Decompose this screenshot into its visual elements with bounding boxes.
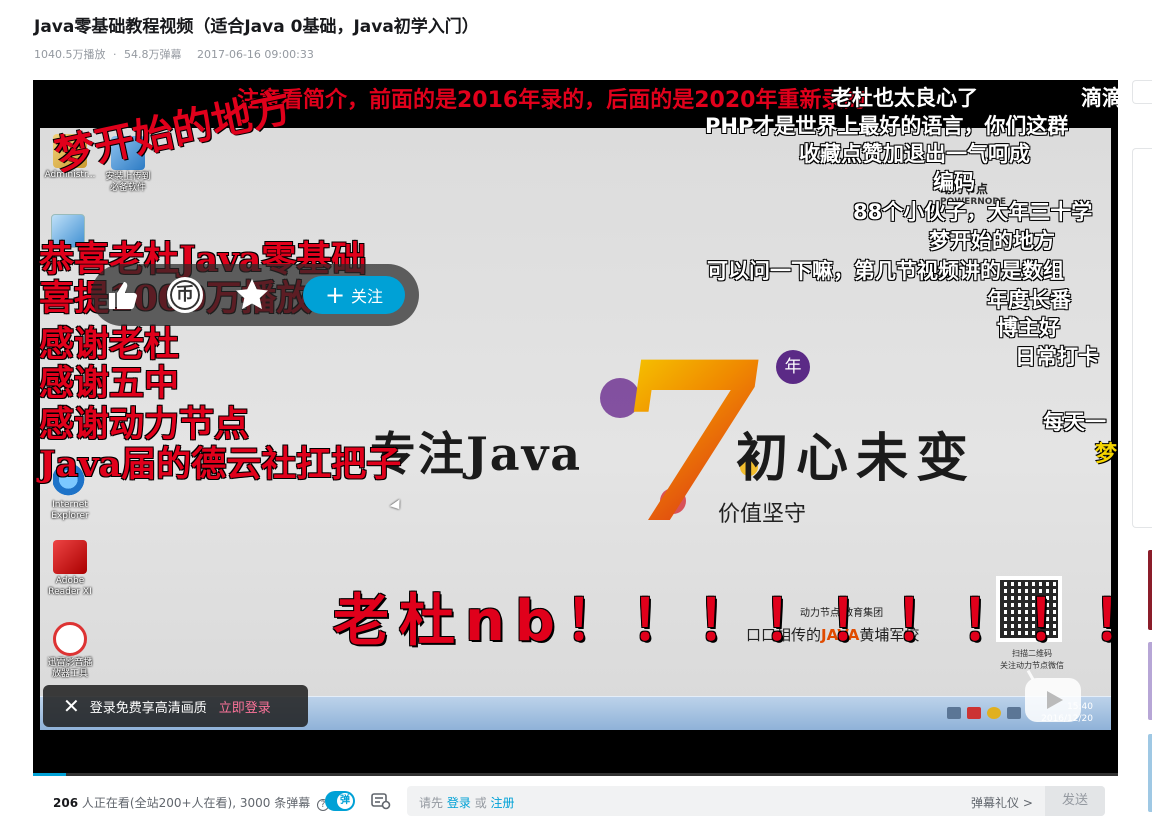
desktop-icon-label: 迅雷影音播 放器工具 (47, 658, 93, 679)
login-link[interactable]: 登录 (447, 796, 471, 810)
meta-separator: · (113, 48, 117, 61)
progress-bar[interactable] (33, 773, 1118, 776)
danmaku-settings-icon[interactable] (371, 792, 391, 810)
thumb-up-icon (109, 282, 137, 309)
video-meta: 1040.5万播放 · 54.8万弹幕 2017-06-16 09:00:33 (34, 46, 318, 62)
play-icon[interactable] (1025, 678, 1081, 722)
register-link[interactable]: 注册 (491, 796, 515, 810)
danmaku-bar: 206 人正在看(全站200+人在看), 3000 条弹幕 ? 弹 请先 登录 … (33, 782, 1118, 821)
qr-caption-2: 关注动力节点微信 (1000, 661, 1064, 670)
danmaku-item: 编码 (933, 170, 975, 194)
sidebar-thumbnail[interactable] (1148, 642, 1152, 720)
follow-label: 关注 (351, 287, 384, 306)
danmaku-input[interactable]: 请先 登录 或 注册 弹幕礼仪 > 发送 (407, 786, 1105, 816)
desktop-icon-adobe: Adobe Reader XI (42, 540, 98, 598)
sidebar-thumbnail[interactable] (1148, 734, 1152, 812)
like-button[interactable] (103, 276, 141, 314)
video-title: Java零基础教程视频（适合Java 0基础，Java初学入门） (34, 17, 479, 37)
star-icon (236, 279, 268, 310)
viewer-count: 206 (53, 796, 79, 810)
danmaku-toggle-label: 弹 (337, 793, 353, 809)
placeholder-prefix: 请先 (419, 796, 444, 810)
coin-button[interactable]: 币 (167, 277, 203, 313)
danmaku-toggle[interactable]: 弹 (325, 791, 355, 811)
danmaku-item: 梦开始的地方 (929, 229, 1055, 253)
danmaku-item: 老杜也太良心了 (831, 86, 978, 110)
danmaku-item: 收藏点赞加退出一气呵成 (799, 142, 1030, 166)
danmaku-etiquette-link[interactable]: 弹幕礼仪 > (971, 794, 1033, 811)
year-badge: 年 (776, 350, 810, 384)
network-icon (987, 707, 1001, 719)
send-button[interactable]: 发送 (1045, 786, 1105, 816)
danmaku-item: 感谢老杜 (39, 324, 180, 365)
system-tray (947, 707, 1021, 719)
viewer-info: 206 人正在看(全站200+人在看), 3000 条弹幕 ? (53, 794, 330, 811)
login-link[interactable]: 立即登录 (219, 697, 271, 716)
danmaku-item: 感谢五中 (39, 363, 180, 404)
danmaku-item: 88个小伙子，大年三十学 (853, 200, 1093, 224)
sidebar-card[interactable] (1132, 148, 1152, 528)
sidebar-card[interactable] (1132, 80, 1152, 104)
danmaku-item: 梦 (1095, 442, 1118, 467)
viewer-text: 人正在看(全站200+人在看), 3000 条弹幕 (81, 796, 311, 810)
jia-app-icon (53, 622, 87, 656)
close-icon[interactable]: ✕ (63, 696, 80, 716)
mouse-cursor-icon (389, 499, 405, 513)
favorite-button[interactable] (233, 276, 271, 314)
danmaku-placeholder: 请先 登录 或 注册 (419, 794, 515, 811)
page: Java零基础教程视频（适合Java 0基础，Java初学入门） 1040.5万… (0, 0, 1152, 821)
danmaku-item: 感谢动力节点 (39, 404, 250, 445)
quick-actions: 币 + 关注 (91, 264, 419, 326)
danmaku-item: 年度长番 (987, 288, 1071, 312)
slogan-left: 专注Java (370, 427, 583, 481)
placeholder-or: 或 (474, 796, 487, 810)
follow-button[interactable]: + 关注 (303, 276, 405, 314)
value-text: 价值坚守 (718, 502, 807, 527)
danmaku-item: Java届的德云社扛把子 (39, 444, 402, 485)
danmaku-item: 博主好 (997, 316, 1060, 340)
desktop-icon-jia: 迅雷影音播 放器工具 (42, 622, 98, 680)
video-player[interactable]: Administr... 安装上传到 必备软件 Internet Explore… (33, 80, 1118, 776)
login-toast: ✕ 登录免费享高清画质 立即登录 (43, 685, 308, 727)
danmaku-item: 日常打卡 (1015, 345, 1099, 369)
sidebar-thumbnail[interactable] (1148, 550, 1152, 630)
toast-text: 登录免费享高清画质 (89, 700, 207, 716)
progress-fill (33, 773, 66, 776)
danmaku-item: 可以问一下嘛，第几节视频讲的是数组 (707, 259, 1064, 283)
play-count: 1040.5万播放 (34, 48, 106, 61)
slogan-right: 初心未变 (736, 428, 977, 489)
danmaku-item: 每天一 (1043, 410, 1106, 434)
danmaku-item: 老杜nb！！！！！！！！！！ (333, 589, 1118, 654)
danmaku-item: PHP才是世界上最好的语言，你们这群 (705, 114, 1069, 138)
desktop-icon-label: Internet Explorer (51, 500, 89, 521)
keyboard-icon (947, 707, 961, 719)
volume-icon (1007, 707, 1021, 719)
danmaku-item: 滴滴 (1081, 86, 1118, 110)
desktop-icon-label: Adobe Reader XI (48, 576, 92, 597)
publish-time: 2017-06-16 09:00:33 (197, 48, 314, 61)
adobe-reader-icon (53, 540, 87, 574)
plus-icon: + (324, 281, 346, 309)
app-tray-icon (967, 707, 981, 719)
danmaku-count: 54.8万弹幕 (124, 48, 182, 61)
desktop-icon-label: 安装上传到 必备软件 (105, 172, 151, 193)
